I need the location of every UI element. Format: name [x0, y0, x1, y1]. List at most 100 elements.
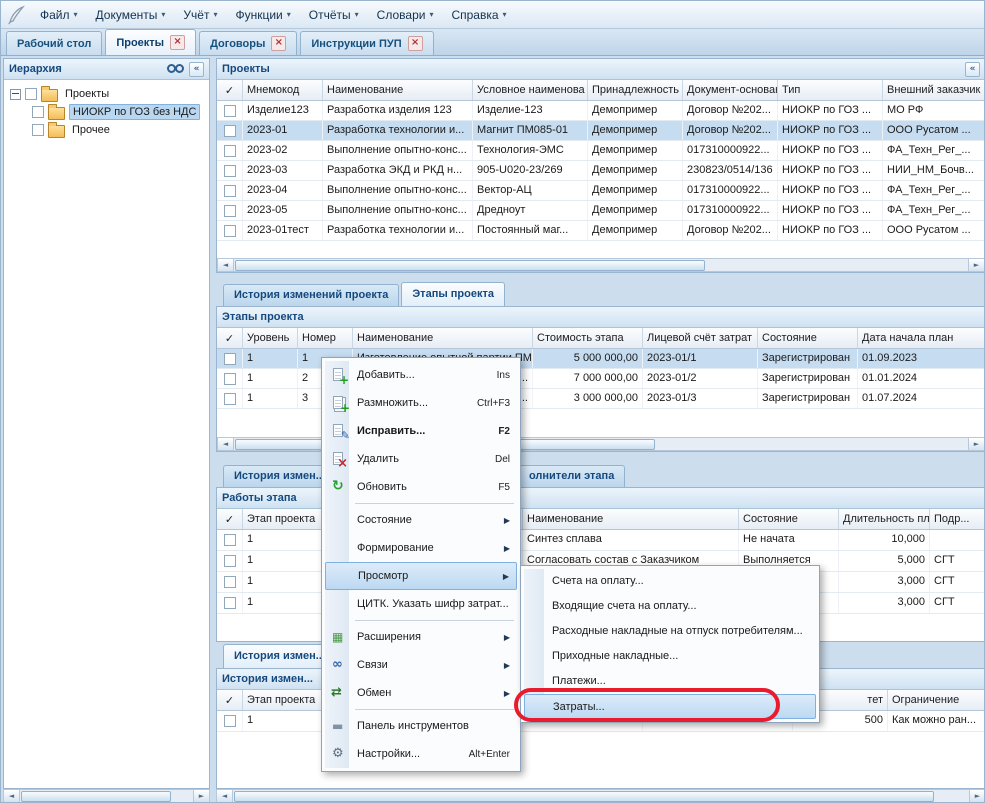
checkbox-icon[interactable]	[32, 106, 44, 118]
tab-stage-executors[interactable]: олнители этапа	[518, 465, 625, 487]
checkbox-icon[interactable]	[224, 373, 236, 385]
scroll-left-icon[interactable]: ◄	[218, 438, 234, 450]
select-all-column-header[interactable]: ✓	[217, 80, 243, 100]
project-row[interactable]: 2023-04Выполнение опытно-конс...Вектор-А…	[217, 181, 985, 201]
row-select-cell[interactable]	[217, 121, 243, 140]
tab-instructions-pup[interactable]: Инструкции ПУП×	[300, 31, 433, 55]
scroll-right-icon[interactable]: ►	[193, 790, 209, 802]
tab-project-history[interactable]: История изменений проекта	[223, 284, 399, 306]
menubar-item-dictionaries[interactable]: Словари▾	[368, 4, 443, 26]
row-select-cell[interactable]	[217, 161, 243, 180]
search-icon[interactable]	[167, 63, 184, 75]
column-header[interactable]: Дата начала план	[858, 328, 985, 348]
row-select-cell[interactable]	[217, 389, 243, 408]
column-header[interactable]: Документ-основан	[683, 80, 778, 100]
menu-item-citk-cost-code[interactable]: ЦИТК. Указать шифр затрат...	[325, 590, 517, 618]
menubar-item-file[interactable]: Файл▾	[31, 4, 87, 26]
column-header[interactable]: Длительность план▼	[839, 509, 930, 529]
menu-item-links[interactable]: Связи▶	[325, 651, 517, 679]
menubar-item-reports[interactable]: Отчёты▾	[300, 4, 368, 26]
tab-projects[interactable]: Проекты×	[105, 29, 196, 55]
collapse-panel-icon[interactable]: «	[965, 62, 980, 77]
tree-item-niokr-goz[interactable]: НИОКР по ГОЗ без НДС	[6, 103, 207, 121]
row-select-cell[interactable]	[217, 181, 243, 200]
checkbox-icon[interactable]	[224, 555, 236, 567]
checkbox-icon[interactable]	[224, 576, 236, 588]
tab-desktop[interactable]: Рабочий стол	[6, 31, 102, 55]
menu-item-toolbar[interactable]: Панель инструментов	[325, 712, 517, 740]
column-header[interactable]: Тип	[778, 80, 883, 100]
row-select-cell[interactable]	[217, 201, 243, 220]
hierarchy-hscrollbar[interactable]: ◄ ►	[3, 789, 210, 803]
row-select-cell[interactable]	[217, 369, 243, 388]
checkbox-icon[interactable]	[224, 105, 236, 117]
scroll-left-icon[interactable]: ◄	[217, 790, 233, 802]
scrollbar-thumb[interactable]	[234, 791, 934, 802]
submenu-item-costs[interactable]: Затраты...	[524, 694, 816, 719]
project-row[interactable]: 2023-02Выполнение опытно-конс...Технолог…	[217, 141, 985, 161]
menu-item-view[interactable]: Просмотр▶	[325, 562, 517, 590]
checkbox-icon[interactable]	[224, 125, 236, 137]
project-row[interactable]: 2023-05Выполнение опытно-конс...Дредноут…	[217, 201, 985, 221]
column-header[interactable]: Уровень	[243, 328, 298, 348]
row-select-cell[interactable]	[217, 530, 243, 550]
menu-item-state[interactable]: Состояние▶	[325, 506, 517, 534]
menu-item-edit[interactable]: Исправить...F2	[325, 417, 517, 445]
submenu-item-incoming-invoices[interactable]: Входящие счета на оплату...	[524, 594, 816, 619]
menubar-item-documents[interactable]: Документы▾	[87, 4, 175, 26]
checkbox-icon[interactable]	[224, 165, 236, 177]
row-select-cell[interactable]	[217, 711, 243, 731]
tab-contracts[interactable]: Договоры×	[199, 31, 297, 55]
scroll-left-icon[interactable]: ◄	[218, 259, 234, 271]
checkbox-icon[interactable]	[224, 205, 236, 217]
scrollbar-thumb[interactable]	[21, 791, 171, 802]
column-header[interactable]: Этап проекта	[243, 509, 323, 529]
select-all-column-header[interactable]: ✓	[217, 690, 243, 710]
column-header[interactable]: Принадлежность	[588, 80, 683, 100]
menu-item-duplicate[interactable]: Размножить...Ctrl+F3	[325, 389, 517, 417]
collapse-expander-icon[interactable]	[10, 89, 21, 100]
column-header[interactable]: Подр...	[930, 509, 985, 529]
scroll-right-icon[interactable]: ►	[968, 259, 984, 271]
menu-item-refresh[interactable]: ОбновитьF5	[325, 473, 517, 501]
tree-item-projects[interactable]: Проекты	[6, 85, 207, 103]
checkbox-icon[interactable]	[32, 124, 44, 136]
column-header[interactable]: Внешний заказчик	[883, 80, 985, 100]
checkbox-icon[interactable]	[224, 597, 236, 609]
tab-project-stages[interactable]: Этапы проекта	[401, 282, 505, 306]
menubar-item-help[interactable]: Справка▾	[442, 4, 515, 26]
checkbox-icon[interactable]	[25, 88, 37, 100]
select-all-column-header[interactable]: ✓	[217, 328, 243, 348]
scroll-right-icon[interactable]: ►	[969, 790, 985, 802]
row-select-cell[interactable]	[217, 141, 243, 160]
project-row[interactable]: 2023-01тестРазработка технологии и...Пос…	[217, 221, 985, 241]
project-row[interactable]: Изделие123Разработка изделия 123Изделие-…	[217, 101, 985, 121]
checkbox-icon[interactable]	[224, 353, 236, 365]
close-icon[interactable]: ×	[408, 36, 423, 51]
column-header[interactable]: Этап проекта	[243, 690, 323, 710]
submenu-item-payments[interactable]: Платежи...	[524, 669, 816, 694]
row-select-cell[interactable]	[217, 349, 243, 368]
project-row[interactable]: 2023-03Разработка ЭКД и РКД н...905-U020…	[217, 161, 985, 181]
row-select-cell[interactable]	[217, 551, 243, 571]
row-select-cell[interactable]	[217, 572, 243, 592]
column-header[interactable]: Наименование	[523, 509, 739, 529]
column-header[interactable]: Лицевой счёт затрат	[643, 328, 758, 348]
column-header[interactable]: Наименование	[323, 80, 473, 100]
scroll-right-icon[interactable]: ►	[968, 438, 984, 450]
column-header[interactable]: Условное наименова	[473, 80, 588, 100]
column-header[interactable]: Стоимость этапа	[533, 328, 643, 348]
main-hscrollbar[interactable]: ◄ ►	[216, 789, 985, 803]
row-select-cell[interactable]	[217, 593, 243, 613]
tab-stage-history[interactable]: История измен...	[223, 465, 336, 487]
column-header[interactable]: Состояние	[758, 328, 858, 348]
checkbox-icon[interactable]	[224, 393, 236, 405]
menu-item-forming[interactable]: Формирование▶	[325, 534, 517, 562]
column-header[interactable]: Мнемокод	[243, 80, 323, 100]
column-header[interactable]: Состояние	[739, 509, 839, 529]
close-icon[interactable]: ×	[170, 35, 185, 50]
menu-item-delete[interactable]: УдалитьDel	[325, 445, 517, 473]
checkbox-icon[interactable]	[224, 145, 236, 157]
checkbox-icon[interactable]	[224, 225, 236, 237]
menu-item-add[interactable]: Добавить...Ins	[325, 361, 517, 389]
